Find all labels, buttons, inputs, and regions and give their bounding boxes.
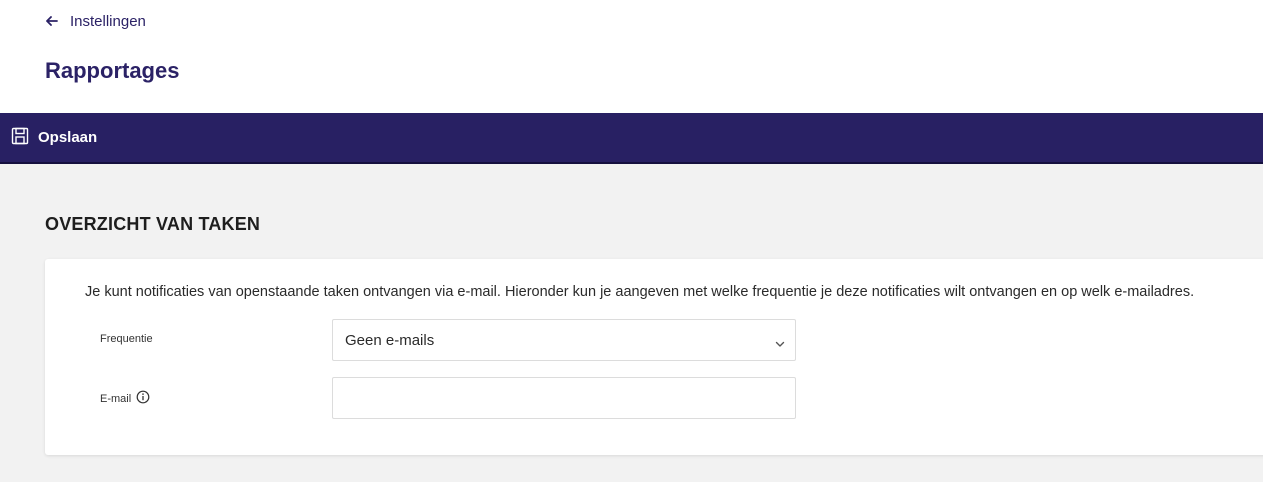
email-input[interactable] xyxy=(332,377,796,419)
frequency-selected-value: Geen e-mails xyxy=(345,331,435,349)
chevron-down-icon xyxy=(775,335,785,352)
back-link-label: Instellingen xyxy=(70,12,146,30)
page-title: Rapportages xyxy=(45,58,180,83)
email-label: E-mail xyxy=(100,390,150,407)
floppy-disk-icon xyxy=(11,127,29,149)
save-button[interactable]: Opslaan xyxy=(11,112,97,163)
page-header: Instellingen Rapportages xyxy=(0,0,1263,113)
frequency-label: Frequentie xyxy=(100,333,153,345)
arrow-left-icon xyxy=(46,16,58,26)
section-heading: OVERZICHT VAN TAKEN xyxy=(45,214,261,234)
card-intro-text: Je kunt notificaties van openstaande tak… xyxy=(85,284,1195,300)
content-area: OVERZICHT VAN TAKEN Je kunt notificaties… xyxy=(0,164,1263,482)
info-circle-icon[interactable] xyxy=(136,390,150,407)
email-label-text: E-mail xyxy=(100,392,132,405)
save-button-label: Opslaan xyxy=(38,129,98,146)
frequency-select[interactable]: Geen e-mails xyxy=(332,319,796,361)
back-link[interactable]: Instellingen xyxy=(46,11,146,31)
frequency-label-text: Frequentie xyxy=(100,333,153,345)
page: Instellingen Rapportages Opslaan OVERZIC… xyxy=(0,0,1263,482)
settings-card: Je kunt notificaties van openstaande tak… xyxy=(45,259,1263,455)
toolbar: Opslaan xyxy=(0,113,1263,164)
